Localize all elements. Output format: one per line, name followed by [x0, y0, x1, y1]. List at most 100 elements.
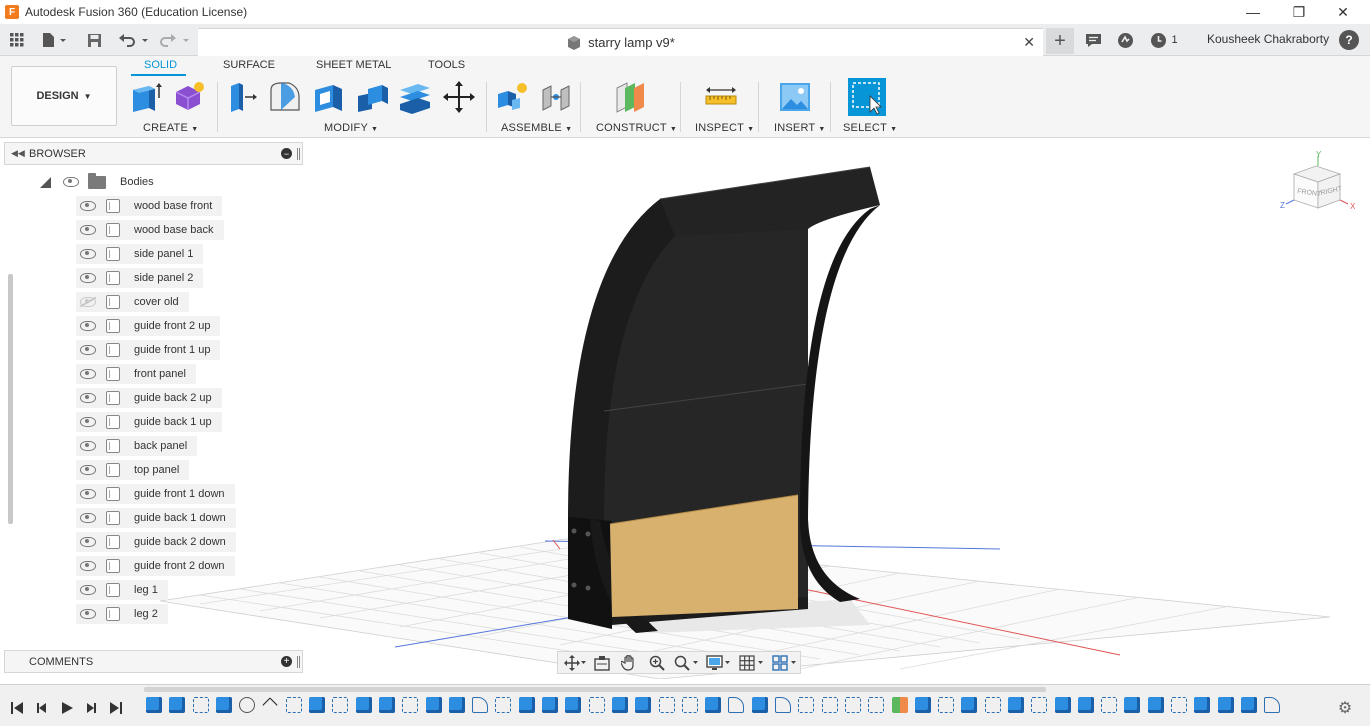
extrude-feature-icon[interactable]	[518, 697, 535, 713]
view-cube[interactable]: FRONT RIGHT Y Z X	[1280, 150, 1360, 220]
pin-panel-icon[interactable]	[297, 656, 300, 668]
sketch-feature-icon[interactable]	[332, 697, 349, 713]
tab-tools[interactable]: TOOLS	[428, 59, 465, 71]
workspace-switcher-button[interactable]: DESIGN ▼	[11, 66, 117, 126]
tree-body-item[interactable]: wood base front	[76, 196, 223, 216]
fillet-feature-icon[interactable]	[728, 697, 745, 713]
redo-icon[interactable]	[158, 30, 192, 50]
extrude-feature-icon[interactable]	[751, 697, 768, 713]
save-icon[interactable]	[84, 30, 104, 50]
extrude-feature-icon[interactable]	[1007, 697, 1024, 713]
sketch-feature-icon[interactable]	[588, 697, 605, 713]
visibility-eye-icon[interactable]	[80, 441, 96, 451]
close-tab-button[interactable]: ✕	[1023, 34, 1035, 51]
insert-menu[interactable]: INSERT ▼	[774, 122, 826, 134]
tab-sheet-metal[interactable]: SHEET METAL	[316, 59, 391, 71]
display-settings-icon[interactable]	[704, 653, 735, 673]
sketch-feature-icon[interactable]	[1101, 697, 1118, 713]
go-to-end-icon[interactable]	[107, 700, 125, 716]
assemble-menu[interactable]: ASSEMBLE ▼	[501, 122, 572, 134]
hidden-eye-icon[interactable]	[80, 297, 96, 307]
combine-icon[interactable]	[356, 80, 390, 114]
visibility-eye-icon[interactable]	[80, 465, 96, 475]
sketch-feature-icon[interactable]	[681, 697, 698, 713]
joint-feature-icon[interactable]	[239, 697, 256, 713]
extrude-feature-icon[interactable]	[1054, 697, 1071, 713]
sketch-feature-icon[interactable]	[495, 697, 512, 713]
data-panel-grid-icon[interactable]	[8, 30, 26, 50]
visibility-eye-icon[interactable]	[80, 225, 96, 235]
collapse-panel-icon[interactable]: ◀◀	[11, 148, 25, 159]
extrude-feature-icon[interactable]	[611, 697, 628, 713]
visibility-eye-icon[interactable]	[80, 273, 96, 283]
tab-solid[interactable]: SOLID	[144, 59, 177, 71]
timeline-scrollbar[interactable]	[144, 687, 1046, 692]
tree-body-item[interactable]: guide front 1 up	[76, 340, 221, 360]
extrude-feature-icon[interactable]	[914, 697, 931, 713]
visibility-eye-icon[interactable]	[80, 513, 96, 523]
extrude-feature-icon[interactable]	[961, 697, 978, 713]
sketch-feature-icon[interactable]	[821, 697, 838, 713]
tree-body-item[interactable]: guide back 2 up	[76, 388, 222, 408]
extrude-feature-icon[interactable]	[215, 697, 232, 713]
pan-hand-icon[interactable]	[617, 653, 642, 673]
zoom-icon[interactable]	[644, 653, 669, 673]
visibility-eye-icon[interactable]	[63, 177, 79, 187]
tree-body-item[interactable]: leg 1	[76, 580, 168, 600]
look-at-icon[interactable]	[589, 653, 614, 673]
visibility-eye-icon[interactable]	[80, 585, 96, 595]
visibility-eye-icon[interactable]	[80, 609, 96, 619]
collapse-browser-icon[interactable]: −	[281, 148, 292, 159]
file-menu-icon[interactable]	[38, 30, 70, 50]
new-tab-button[interactable]: +	[1046, 28, 1074, 54]
modify-menu[interactable]: MODIFY ▼	[324, 122, 378, 134]
offset-face-icon[interactable]	[398, 80, 432, 114]
offset-plane-icon[interactable]	[614, 80, 648, 114]
sketch-feature-icon[interactable]	[285, 697, 302, 713]
help-icon[interactable]: ?	[1339, 30, 1359, 50]
play-icon[interactable]	[58, 700, 76, 716]
plane-feature-icon[interactable]	[891, 697, 908, 713]
extrude-feature-icon[interactable]	[169, 697, 186, 713]
restore-button[interactable]: ❐	[1276, 0, 1322, 24]
extrude-feature-icon[interactable]	[542, 697, 559, 713]
tree-body-item[interactable]: guide back 1 down	[76, 508, 236, 528]
extrude-feature-icon[interactable]	[448, 697, 465, 713]
tree-folder-bodies[interactable]: Bodies	[40, 172, 154, 192]
inspect-menu[interactable]: INSPECT ▼	[695, 122, 754, 134]
browser-panel-header[interactable]: ◀◀ BROWSER −	[4, 142, 303, 165]
tree-body-item[interactable]: side panel 1	[76, 244, 204, 264]
extrude-feature-icon[interactable]	[146, 697, 162, 713]
tree-body-item[interactable]: front panel	[76, 364, 196, 384]
select-icon[interactable]	[848, 78, 886, 116]
tree-body-item[interactable]: top panel	[76, 460, 190, 480]
visibility-eye-icon[interactable]	[80, 249, 96, 259]
go-to-start-icon[interactable]	[8, 700, 26, 716]
visibility-eye-icon[interactable]	[80, 537, 96, 547]
tree-body-item[interactable]: guide front 1 down	[76, 484, 235, 504]
visibility-eye-icon[interactable]	[80, 489, 96, 499]
extrude-feature-icon[interactable]	[1077, 697, 1094, 713]
extensions-icon[interactable]	[1114, 30, 1136, 50]
step-back-icon[interactable]	[33, 700, 51, 716]
joint-icon[interactable]	[540, 80, 574, 114]
add-comment-icon[interactable]: +	[281, 656, 292, 667]
orbit-icon[interactable]	[562, 653, 587, 673]
job-status-icon[interactable]: 1	[1148, 30, 1180, 50]
visibility-eye-icon[interactable]	[80, 417, 96, 427]
tree-body-item[interactable]: guide back 2 down	[76, 532, 236, 552]
expand-triangle-icon[interactable]	[40, 176, 51, 188]
lamp-model[interactable]	[568, 166, 880, 633]
sketch-feature-icon[interactable]	[938, 697, 955, 713]
sketch-feature-icon[interactable]	[658, 697, 675, 713]
tab-surface[interactable]: SURFACE	[223, 59, 275, 71]
fit-window-icon[interactable]	[671, 653, 702, 673]
create-menu[interactable]: CREATE ▼	[143, 122, 198, 134]
tree-body-item[interactable]: leg 2	[76, 604, 168, 624]
timeline-settings-gear-icon[interactable]: ⚙	[1336, 699, 1354, 717]
sketch-feature-icon[interactable]	[1031, 697, 1048, 713]
extrude-feature-icon[interactable]	[309, 697, 326, 713]
visibility-eye-icon[interactable]	[80, 321, 96, 331]
visibility-eye-icon[interactable]	[80, 369, 96, 379]
extrude-feature-icon[interactable]	[1147, 697, 1164, 713]
